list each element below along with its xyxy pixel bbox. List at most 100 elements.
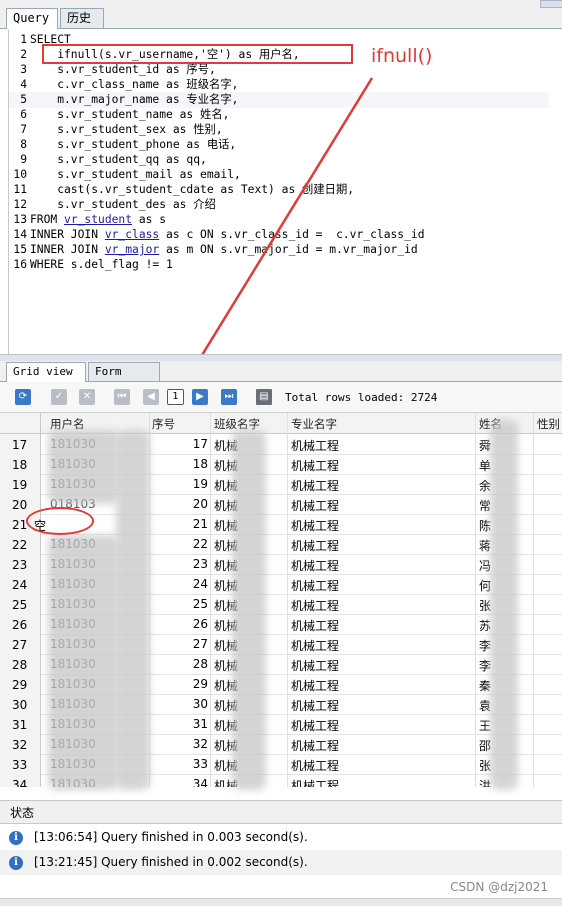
row-number-cell[interactable]: 24 <box>0 574 41 594</box>
row-number-cell[interactable]: 34 <box>0 774 41 787</box>
col-header-major[interactable]: 专业名字 <box>291 416 337 432</box>
cell-major[interactable]: 机械工程 <box>291 557 339 574</box>
row-number: 23 <box>12 558 28 572</box>
cell-id[interactable]: 31 <box>150 717 208 731</box>
row-number-cell[interactable]: 23 <box>0 554 41 574</box>
cell-id[interactable]: 17 <box>150 437 208 451</box>
row-number-cell[interactable]: 17 <box>0 434 41 454</box>
cell-major[interactable]: 机械工程 <box>291 677 339 694</box>
cell-major[interactable]: 机械工程 <box>291 657 339 674</box>
row-number: 30 <box>12 698 28 712</box>
prev-page-button[interactable]: ◀ <box>143 389 159 405</box>
cell-id[interactable]: 18 <box>150 457 208 471</box>
watermark: CSDN @dzj2021 <box>450 880 548 894</box>
prev-icon: ◀ <box>147 391 155 402</box>
cell-major[interactable]: 机械工程 <box>291 777 339 787</box>
next-page-button[interactable]: ▶ <box>192 389 208 405</box>
info-icon: i <box>9 831 23 845</box>
status-message-text: [13:21:45] Query finished in 0.002 secon… <box>34 855 308 869</box>
row-number-cell[interactable]: 27 <box>0 634 41 654</box>
cell-major[interactable]: 机械工程 <box>291 597 339 614</box>
commit-button[interactable]: ✓ <box>51 389 67 405</box>
total-rows-label: Total rows loaded: 2724 <box>285 391 438 404</box>
row-number-cell[interactable]: 18 <box>0 454 41 474</box>
row-number: 27 <box>12 638 28 652</box>
tab-form-view[interactable]: Form view <box>88 362 160 396</box>
cell-major[interactable]: 机械工程 <box>291 737 339 754</box>
row-number: 31 <box>12 718 28 732</box>
cell-major[interactable]: 机械工程 <box>291 497 339 514</box>
print-button[interactable]: ▤ <box>256 389 272 405</box>
cell-id[interactable]: 27 <box>150 637 208 651</box>
row-number-cell[interactable]: 30 <box>0 694 41 714</box>
privacy-blur <box>48 535 118 790</box>
cell-id[interactable]: 32 <box>150 737 208 751</box>
last-icon: ⏭ <box>224 391 234 402</box>
cell-major[interactable]: 机械工程 <box>291 717 339 734</box>
cell-major[interactable]: 机械工程 <box>291 477 339 494</box>
first-icon: ⏮ <box>117 391 127 402</box>
status-message: i [13:06:54] Query finished in 0.003 sec… <box>0 825 562 850</box>
col-header-id[interactable]: 序号 <box>152 416 175 432</box>
status-message: i [13:21:45] Query finished in 0.002 sec… <box>0 850 562 875</box>
first-page-button[interactable]: ⏮ <box>114 389 130 405</box>
tab-grid-view[interactable]: Grid view <box>6 362 86 382</box>
row-number: 26 <box>12 618 28 632</box>
row-number: 28 <box>12 658 28 672</box>
cell-major[interactable]: 机械工程 <box>291 517 339 534</box>
row-number-cell[interactable]: 29 <box>0 674 41 694</box>
result-tab-bar: Grid view Form view <box>0 361 562 396</box>
cell-id[interactable]: 19 <box>150 477 208 491</box>
cell-id[interactable]: 22 <box>150 537 208 551</box>
status-message-text: [13:06:54] Query finished in 0.003 secon… <box>34 830 308 844</box>
cell-id[interactable]: 20 <box>150 497 208 511</box>
col-header-sex[interactable]: 性别 <box>537 416 560 432</box>
cross-icon: ✕ <box>82 391 92 402</box>
row-number-cell[interactable]: 31 <box>0 714 41 734</box>
cell-id[interactable]: 23 <box>150 557 208 571</box>
row-number: 29 <box>12 678 28 692</box>
cell-major[interactable]: 机械工程 <box>291 437 339 454</box>
cell-major[interactable]: 机械工程 <box>291 457 339 474</box>
status-title: 状态 <box>10 806 35 820</box>
cell-id[interactable]: 33 <box>150 757 208 771</box>
row-number-cell[interactable]: 19 <box>0 474 41 494</box>
row-number: 34 <box>12 778 28 787</box>
refresh-button[interactable]: ⟳ <box>15 389 31 405</box>
cell-id[interactable]: 29 <box>150 677 208 691</box>
result-toolbar: ⟳ ✓ ✕ ⏮ ◀ 1 ▶ ⏭ ▤ Total rows loaded: 272… <box>0 382 562 413</box>
cell-major[interactable]: 机械工程 <box>291 697 339 714</box>
row-number: 25 <box>12 598 28 612</box>
info-icon: i <box>9 856 23 870</box>
cell-major[interactable]: 机械工程 <box>291 537 339 554</box>
privacy-blur <box>232 430 266 790</box>
check-icon: ✓ <box>54 391 64 402</box>
row-number: 22 <box>12 538 28 552</box>
next-icon: ▶ <box>196 391 204 402</box>
cell-major[interactable]: 机械工程 <box>291 577 339 594</box>
row-number-cell[interactable]: 25 <box>0 594 41 614</box>
annotation-circle <box>26 507 94 535</box>
cell-id[interactable]: 25 <box>150 597 208 611</box>
row-number-cell[interactable]: 33 <box>0 754 41 774</box>
row-number-cell[interactable]: 28 <box>0 654 41 674</box>
row-number-cell[interactable]: 32 <box>0 734 41 754</box>
cell-id[interactable]: 30 <box>150 697 208 711</box>
cell-major[interactable]: 机械工程 <box>291 757 339 774</box>
row-number-cell[interactable]: 26 <box>0 614 41 634</box>
rollback-button[interactable]: ✕ <box>79 389 95 405</box>
page-number[interactable]: 1 <box>167 389 184 405</box>
last-page-button[interactable]: ⏭ <box>221 389 237 405</box>
row-number-cell[interactable]: 22 <box>0 534 41 554</box>
refresh-icon: ⟳ <box>18 391 28 402</box>
printer-icon: ▤ <box>259 391 269 402</box>
cell-major[interactable]: 机械工程 <box>291 617 339 634</box>
row-number: 17 <box>12 438 28 452</box>
cell-id[interactable]: 26 <box>150 617 208 631</box>
cell-id[interactable]: 28 <box>150 657 208 671</box>
cell-id[interactable]: 24 <box>150 577 208 591</box>
row-number: 32 <box>12 738 28 752</box>
cell-major[interactable]: 机械工程 <box>291 637 339 654</box>
cell-id[interactable]: 21 <box>150 517 208 531</box>
cell-id[interactable]: 34 <box>150 777 208 787</box>
